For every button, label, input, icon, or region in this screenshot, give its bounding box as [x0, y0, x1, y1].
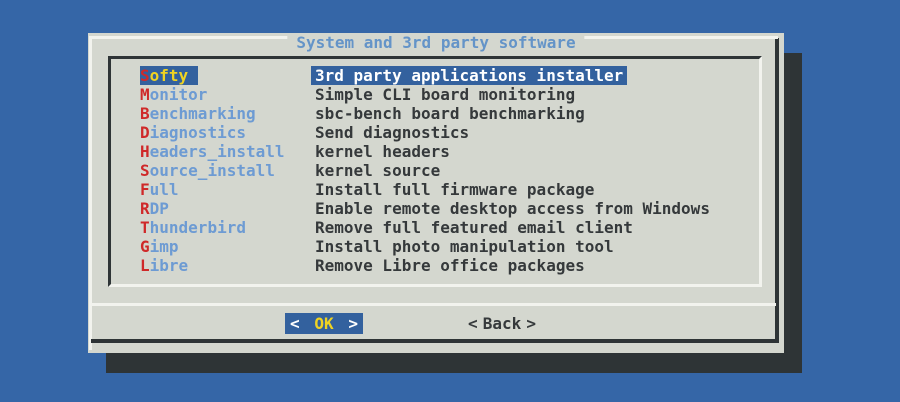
menu-item-thunderbird[interactable]: ThunderbirdRemove full featured email cl… — [111, 218, 759, 237]
menu-item-description: Install photo manipulation tool — [315, 237, 614, 256]
menu-item-tag-rest: eaders_install — [150, 142, 285, 161]
menu-item-tag: RDP — [140, 199, 315, 218]
menu-item-hotkey: H — [140, 142, 150, 161]
menu-item-tag: Benchmarking — [140, 104, 315, 123]
menu-item-gimp[interactable]: GimpInstall photo manipulation tool — [111, 237, 759, 256]
menu-item-description: Enable remote desktop access from Window… — [315, 199, 710, 218]
menu-item-hotkey: L — [140, 256, 150, 275]
dialog-border-right — [775, 38, 779, 343]
back-button[interactable]: < Back > — [463, 313, 541, 334]
menu-item-hotkey: B — [140, 104, 150, 123]
back-button-label: Back — [483, 313, 522, 334]
menu-item-description: kernel headers — [315, 142, 450, 161]
menu-item-tag: Source_install — [140, 161, 315, 180]
menu-item-headers_install[interactable]: Headers_installkernel headers — [111, 142, 759, 161]
menu-item-tag: Full — [140, 180, 315, 199]
menu-item-tag: Diagnostics — [140, 123, 315, 142]
menu-item-description: Install full firmware package — [315, 180, 594, 199]
menu-item-benchmarking[interactable]: Benchmarkingsbc-bench board benchmarking — [111, 104, 759, 123]
menu-item-hotkey: G — [140, 237, 150, 256]
menu-item-tag: Headers_install — [140, 142, 315, 161]
menu-item-source_install[interactable]: Source_installkernel source — [111, 161, 759, 180]
menu-item-hotkey: R — [140, 199, 150, 218]
menu-item-tag: Monitor — [140, 85, 315, 104]
menu-item-description: Send diagnostics — [315, 123, 469, 142]
menu-item-hotkey: T — [140, 218, 150, 237]
menu-item-full[interactable]: FullInstall full firmware package — [111, 180, 759, 199]
menu-item-tag-rest: iagnostics — [150, 123, 246, 142]
menu-item-tag: Softy — [140, 66, 315, 85]
menu-item-tag-rest: ibre — [150, 256, 189, 275]
menu-item-description: Remove Libre office packages — [315, 256, 585, 275]
menu-item-hotkey: D — [140, 123, 150, 142]
menu-item-description: Remove full featured email client — [315, 218, 633, 237]
menu-item-tag-rest: onitor — [150, 85, 208, 104]
dialog-border-bottom — [91, 339, 779, 343]
menu-item-diagnostics[interactable]: DiagnosticsSend diagnostics — [111, 123, 759, 142]
menu-item-monitor[interactable]: MonitorSimple CLI board monitoring — [111, 85, 759, 104]
menu-item-tag: Thunderbird — [140, 218, 315, 237]
menu-item-description: kernel source — [315, 161, 440, 180]
menu-item-tag-rest: ource_install — [150, 161, 275, 180]
menu-item-softy[interactable]: Softy3rd party applications installer — [111, 66, 759, 85]
ok-button[interactable]: < OK > — [285, 313, 363, 334]
button-separator — [92, 303, 776, 306]
menu-item-tag-rest: ofty — [150, 66, 189, 85]
menu-item-libre[interactable]: LibreRemove Libre office packages — [111, 256, 759, 275]
menu-item-tag: Libre — [140, 256, 315, 275]
menu-item-description: 3rd party applications installer — [311, 66, 627, 85]
menu-item-description: sbc-bench board benchmarking — [315, 104, 585, 123]
terminal-screen: { "dialog": { "title": "System and 3rd p… — [0, 0, 900, 402]
menu-item-tag-rest: hunderbird — [150, 218, 246, 237]
menu-item-tag-rest: imp — [150, 237, 179, 256]
back-button-right-bracket: > — [526, 313, 536, 334]
back-button-left-bracket: < — [468, 313, 478, 334]
menu-item-description: Simple CLI board monitoring — [315, 85, 575, 104]
menu-item-hotkey: F — [140, 180, 150, 199]
dialog-title: System and 3rd party software — [287, 33, 584, 52]
menu-item-hotkey: S — [140, 161, 150, 180]
software-menu-dialog: System and 3rd party software Softy3rd p… — [88, 33, 784, 353]
menu-listbox: Softy3rd party applications installerMon… — [108, 56, 762, 287]
menu-item-hotkey: M — [140, 85, 150, 104]
ok-button-right-bracket: > — [348, 313, 358, 334]
menu-item-tag-rest: ull — [150, 180, 179, 199]
ok-button-label: OK — [314, 313, 333, 334]
menu-item-hotkey: S — [140, 66, 150, 85]
ok-button-left-bracket: < — [290, 313, 300, 334]
menu-item-tag: Gimp — [140, 237, 315, 256]
menu-item-rdp[interactable]: RDPEnable remote desktop access from Win… — [111, 199, 759, 218]
menu-item-tag-rest: DP — [150, 199, 169, 218]
menu-item-tag-rest: enchmarking — [150, 104, 256, 123]
